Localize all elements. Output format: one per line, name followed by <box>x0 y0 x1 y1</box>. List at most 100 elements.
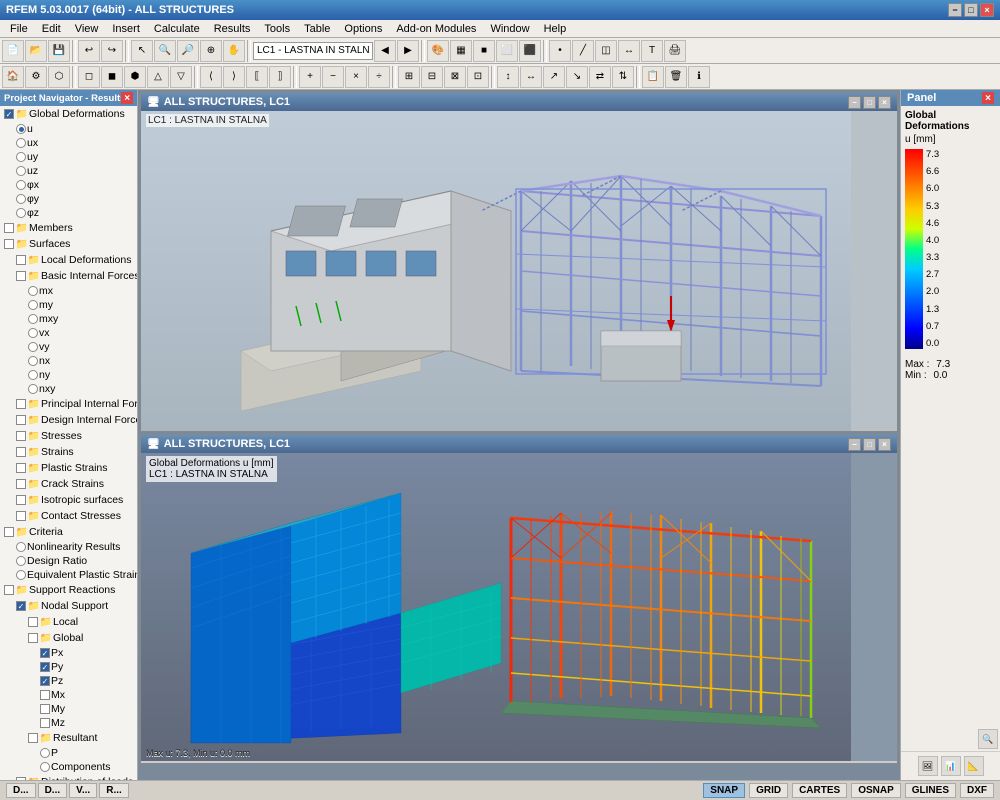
tree-nx[interactable]: nx <box>0 354 137 368</box>
tree-pz[interactable]: ✓ Pz <box>0 674 137 688</box>
checkbox-contact[interactable] <box>16 511 26 521</box>
tb2-9[interactable]: ⟨ <box>200 66 222 88</box>
tree-ny[interactable]: ny <box>0 368 137 382</box>
checkbox-support[interactable] <box>4 585 14 595</box>
tree-uy[interactable]: uy <box>0 150 137 164</box>
checkbox-plastic[interactable] <box>16 463 26 473</box>
menu-results[interactable]: Results <box>208 22 257 36</box>
checkbox-px[interactable]: ✓ <box>40 648 50 658</box>
menu-help[interactable]: Help <box>538 22 573 36</box>
tb2-23[interactable]: ↗ <box>543 66 565 88</box>
panel-icon-2[interactable]: 📊 <box>941 756 961 776</box>
tree-criteria[interactable]: 📁 Criteria <box>0 524 137 540</box>
tb2-15[interactable]: × <box>345 66 367 88</box>
radio-my[interactable] <box>28 300 38 310</box>
radio-equiv-plastic[interactable] <box>16 570 26 580</box>
tree-support-reactions[interactable]: 📁 Support Reactions <box>0 582 137 598</box>
tb2-26[interactable]: ⇅ <box>612 66 634 88</box>
tree-mx[interactable]: mx <box>0 284 137 298</box>
top-viewport-content[interactable]: LC1 : LASTNA IN STALNA <box>141 111 897 431</box>
tb-lc-prev[interactable]: ◀ <box>374 40 396 62</box>
tb2-del[interactable]: 🗑 <box>665 66 687 88</box>
tb-lc-next[interactable]: ▶ <box>397 40 419 62</box>
tree-local-def[interactable]: 📁 Local Deformations <box>0 252 137 268</box>
tb2-2[interactable]: ⚙ <box>25 66 47 88</box>
minimize-button[interactable]: − <box>948 3 962 17</box>
tree-local[interactable]: 📁 Local <box>0 614 137 630</box>
radio-vx[interactable] <box>28 328 38 338</box>
menu-addon[interactable]: Add-on Modules <box>390 22 482 36</box>
menu-tools[interactable]: Tools <box>258 22 296 36</box>
tree-phix[interactable]: φx <box>0 178 137 192</box>
tb2-21[interactable]: ↕ <box>497 66 519 88</box>
checkbox-mxr[interactable] <box>40 690 50 700</box>
radio-phix[interactable] <box>16 180 26 190</box>
menu-window[interactable]: Window <box>484 22 535 36</box>
lc-input[interactable] <box>253 42 373 60</box>
menu-view[interactable]: View <box>69 22 105 36</box>
checkbox-surfaces[interactable] <box>4 239 14 249</box>
checkbox-crack[interactable] <box>16 479 26 489</box>
checkbox-mzr[interactable] <box>40 718 50 728</box>
radio-nonlinearity[interactable] <box>16 542 26 552</box>
tree-py[interactable]: ✓ Py <box>0 660 137 674</box>
bottom-tab-v[interactable]: V... <box>69 783 97 798</box>
tb2-4[interactable]: ◻ <box>78 66 100 88</box>
tb2-8[interactable]: ▽ <box>170 66 192 88</box>
tb2-5[interactable]: ◼ <box>101 66 123 88</box>
tree-contact[interactable]: 📁 Contact Stresses <box>0 508 137 524</box>
radio-uz[interactable] <box>16 166 26 176</box>
tb-view1[interactable]: ⬜ <box>496 40 518 62</box>
tree-isotropic[interactable]: 📁 Isotropic surfaces <box>0 492 137 508</box>
tree-global-deformations[interactable]: ✓ 📁 Global Deformations <box>0 106 137 122</box>
tree-ux[interactable]: ux <box>0 136 137 150</box>
tb-print[interactable]: 🖨 <box>664 40 686 62</box>
top-vp-max[interactable]: □ <box>863 96 876 109</box>
tree-vy[interactable]: vy <box>0 340 137 354</box>
status-dxf[interactable]: DXF <box>960 783 994 798</box>
tree-mxy[interactable]: mxy <box>0 312 137 326</box>
tb2-22[interactable]: ↔ <box>520 66 542 88</box>
checkbox-local[interactable] <box>28 617 38 627</box>
checkbox-criteria[interactable] <box>4 527 14 537</box>
tb2-3[interactable]: ⬡ <box>48 66 70 88</box>
tb-new[interactable]: 📄 <box>2 40 24 62</box>
tb2-18[interactable]: ⊟ <box>421 66 443 88</box>
checkbox-myr[interactable] <box>40 704 50 714</box>
tree-nodal-support[interactable]: ✓ 📁 Nodal Support <box>0 598 137 614</box>
checkbox-py[interactable]: ✓ <box>40 662 50 672</box>
tb-select[interactable]: ↖ <box>131 40 153 62</box>
tb-zoom-out[interactable]: 🔎 <box>177 40 199 62</box>
tree-components[interactable]: Components <box>0 760 137 774</box>
radio-mxy[interactable] <box>28 314 38 324</box>
tree-crack-strains[interactable]: 📁 Crack Strains <box>0 476 137 492</box>
tb2-24[interactable]: ↘ <box>566 66 588 88</box>
tb-pan[interactable]: ✋ <box>223 40 245 62</box>
tb-dim[interactable]: ↔ <box>618 40 640 62</box>
tree-stresses[interactable]: 📁 Stresses <box>0 428 137 444</box>
tb2-16[interactable]: ÷ <box>368 66 390 88</box>
status-cartes[interactable]: CARTES <box>792 783 847 798</box>
tree-phiy[interactable]: φy <box>0 192 137 206</box>
tb2-prop[interactable]: ℹ <box>688 66 710 88</box>
radio-phiy[interactable] <box>16 194 26 204</box>
panel-search-icon[interactable]: 🔍 <box>978 729 998 749</box>
checkbox-basic-int[interactable] <box>16 271 26 281</box>
bottom-tab-d1[interactable]: D... <box>6 783 36 798</box>
tb2-7[interactable]: △ <box>147 66 169 88</box>
tb2-10[interactable]: ⟩ <box>223 66 245 88</box>
tb-surface[interactable]: ◫ <box>595 40 617 62</box>
tb2-20[interactable]: ⊡ <box>467 66 489 88</box>
menu-insert[interactable]: Insert <box>106 22 146 36</box>
menu-calculate[interactable]: Calculate <box>148 22 206 36</box>
checkbox-design-int[interactable] <box>16 415 26 425</box>
radio-vy[interactable] <box>28 342 38 352</box>
bottom-tab-r[interactable]: R... <box>99 783 129 798</box>
tree-mxr[interactable]: Mx <box>0 688 137 702</box>
checkbox-local-def[interactable] <box>16 255 26 265</box>
tb2-25[interactable]: ⇄ <box>589 66 611 88</box>
checkbox-principal-int[interactable] <box>16 399 26 409</box>
tree-nxy[interactable]: nxy <box>0 382 137 396</box>
tb-wire[interactable]: ▦ <box>450 40 472 62</box>
tree-strains[interactable]: 📁 Strains <box>0 444 137 460</box>
